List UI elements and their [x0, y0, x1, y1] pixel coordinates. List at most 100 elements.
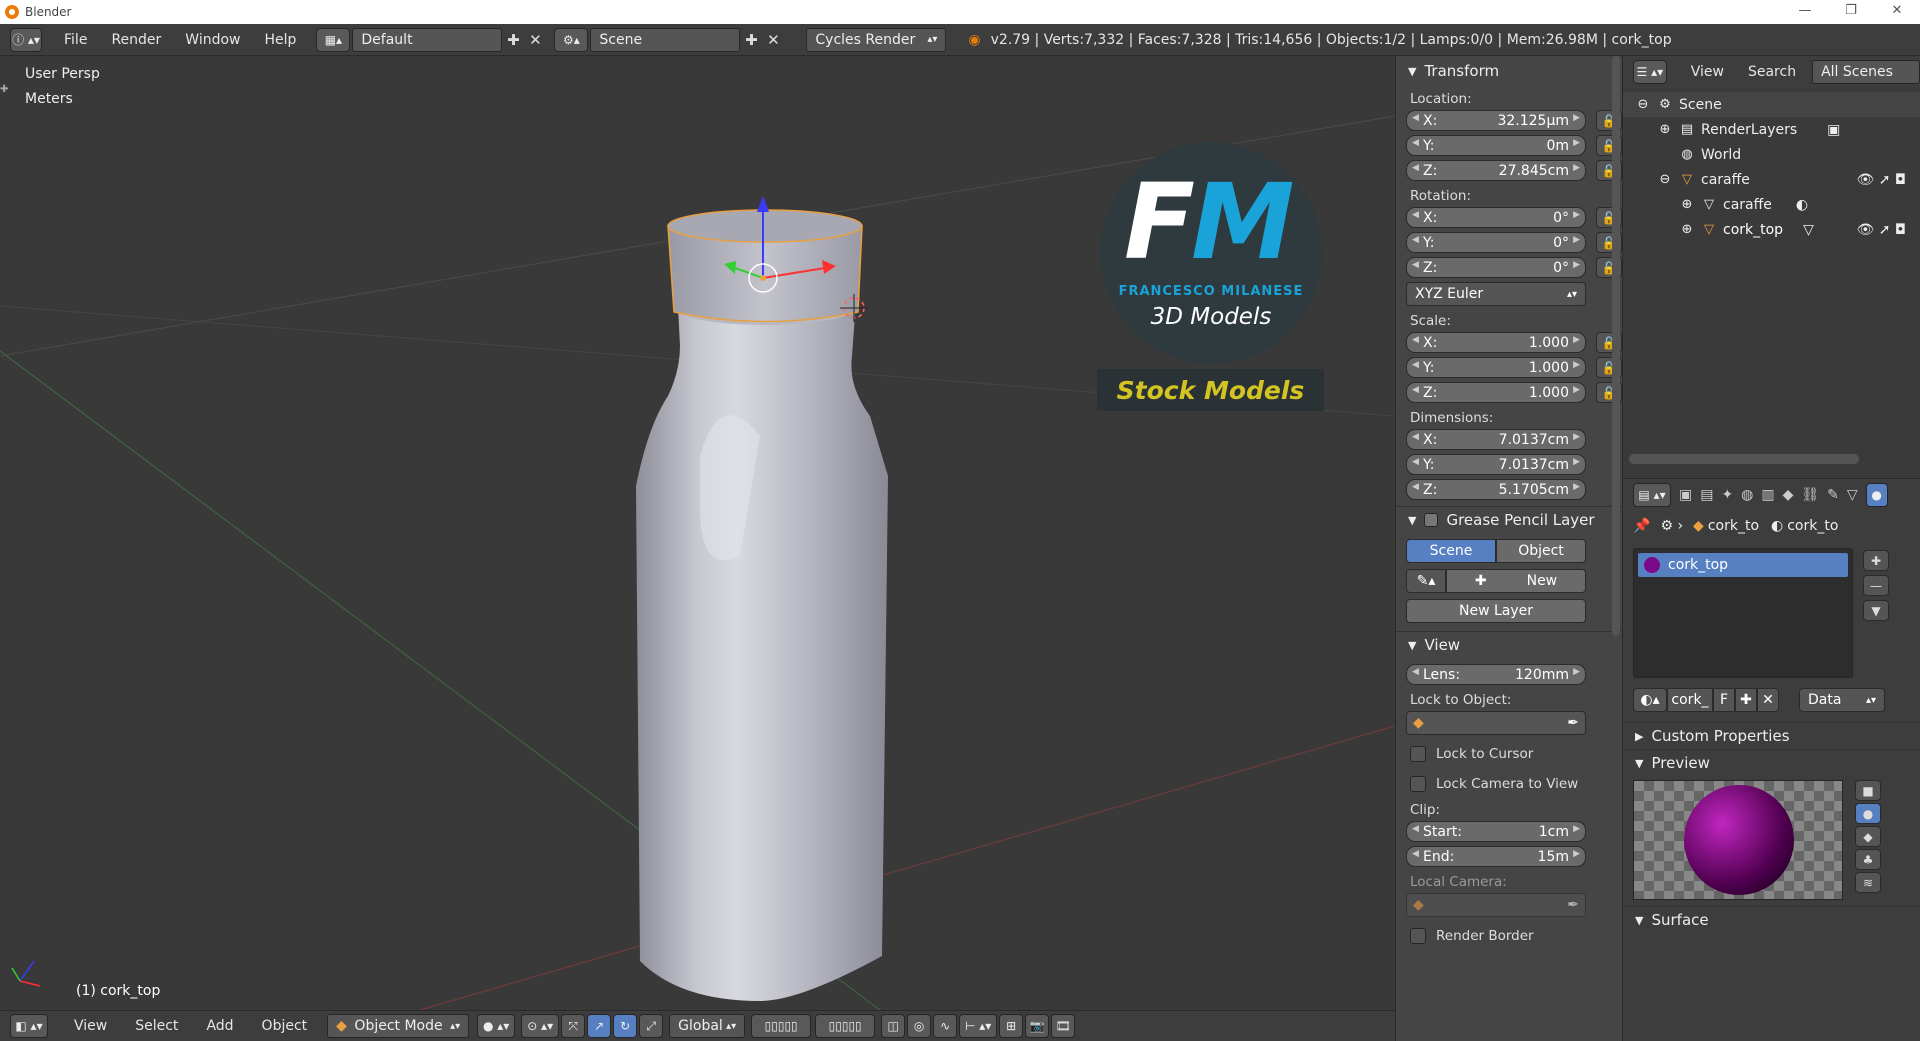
surface-header[interactable]: ▼ Surface — [1623, 907, 1920, 933]
dimensions-y-field[interactable]: ◀ Y: 7.0137cm ▶ — [1406, 454, 1586, 475]
view-panel-header[interactable]: ▼ View — [1396, 632, 1622, 658]
rotation-z-field[interactable]: ◀ Z: 0° ▶ — [1406, 257, 1586, 278]
minimize-button[interactable]: — — [1782, 0, 1828, 24]
editor-type-properties-icon[interactable]: ▤ ▴▾ — [1633, 482, 1671, 507]
scale-z-field[interactable]: ◀ Z: 1.000 ▶ — [1406, 382, 1586, 403]
expand-icon[interactable]: ⊕ — [1657, 122, 1673, 138]
preview-hair-icon[interactable]: ≋ — [1855, 872, 1881, 893]
cork-visibility-icons[interactable]: 👁 ➚ ◘ — [1857, 222, 1906, 238]
screen-layout-field[interactable]: Default — [352, 27, 503, 52]
preview-monkey-icon[interactable]: ♣ — [1855, 849, 1881, 870]
lock-cursor-row[interactable]: Lock to Cursor — [1396, 739, 1622, 769]
scale-y-field[interactable]: ◀ Y: 1.000 ▶ — [1406, 357, 1586, 378]
falloff-icon[interactable]: ∿ — [933, 1014, 958, 1038]
preview-header[interactable]: ▼ Preview — [1623, 750, 1920, 776]
lock-layers-icon[interactable]: ◫ — [881, 1014, 906, 1038]
new-layer-button[interactable]: New Layer — [1406, 599, 1586, 623]
collapse-icon[interactable]: ⊖ — [1657, 172, 1673, 188]
translate-icon[interactable]: ↗ — [587, 1014, 612, 1038]
browse-material-icon[interactable]: ◐▴ — [1633, 688, 1667, 712]
proportional-edit-icon[interactable]: ◎ — [907, 1014, 932, 1038]
local-camera-field[interactable]: ◆ ✒ — [1406, 893, 1586, 917]
slot-menu-icon[interactable]: ▼ — [1863, 600, 1889, 621]
layers-grid-b[interactable]: ▯▯▯▯▯ — [815, 1014, 876, 1038]
toolshelf-toggle-icon[interactable]: ✚ — [0, 84, 8, 95]
tab-scene[interactable]: Scene — [1406, 539, 1496, 563]
collapse-icon[interactable]: ⊖ — [1635, 97, 1651, 113]
orientation-select[interactable]: Global ▴▾ — [669, 1014, 746, 1038]
close-button[interactable]: ✕ — [1874, 0, 1920, 24]
add-slot-icon[interactable]: ✚ — [1863, 550, 1889, 571]
mode-select[interactable]: ◆ Object Mode ▴▾ — [327, 1014, 470, 1038]
vp-menu-view[interactable]: View — [62, 1018, 119, 1034]
scale-x-field[interactable]: ◀ X: 1.000 ▶ — [1406, 332, 1586, 353]
outliner-item-caraffe-object[interactable]: ⊖ ▽ caraffe 👁 ➚ ◘ — [1623, 167, 1920, 192]
caraffe-visibility-icons[interactable]: 👁 ➚ ◘ — [1857, 172, 1906, 188]
outliner-menu-view[interactable]: View — [1679, 64, 1736, 80]
pin-icon[interactable]: 📌 — [1633, 518, 1650, 534]
material-slot-list[interactable]: cork_top — [1633, 548, 1853, 678]
render-border-checkbox[interactable] — [1410, 928, 1426, 944]
eyedropper-icon[interactable]: ✒ — [1567, 715, 1579, 731]
rotation-x-field[interactable]: ◀ X: 0° ▶ — [1406, 207, 1586, 228]
grease-pencil-panel-header[interactable]: ▼ Grease Pencil Layer — [1396, 507, 1622, 533]
camera-eyedropper-icon[interactable]: ✒ — [1567, 897, 1579, 913]
outliner-item-renderlayers[interactable]: ⊕ ▤ RenderLayers ▣ — [1623, 117, 1920, 142]
lens-field[interactable]: ◀ Lens: 120mm ▶ — [1406, 664, 1586, 685]
editor-type-info-icon[interactable]: ⓘ ▴▾ — [10, 27, 42, 52]
new-material-icon[interactable]: ✚ — [1735, 688, 1757, 712]
renderlayer-props-icon[interactable]: ▣ — [1827, 122, 1840, 138]
editor-type-3d-icon[interactable]: ◧ ▴▾ — [10, 1014, 48, 1038]
render-engine-select[interactable]: Cycles Render ▴▾ — [806, 27, 947, 52]
vp-menu-object[interactable]: Object — [250, 1018, 320, 1034]
rotation-y-field[interactable]: ◀ Y: 0° ▶ — [1406, 232, 1586, 253]
clip-start-field[interactable]: ◀ Start: 1cm ▶ — [1406, 821, 1586, 842]
outliner-item-scene[interactable]: ⊖ ⚙ Scene — [1623, 92, 1920, 117]
screen-layout-icon[interactable]: ▦▴ — [316, 27, 351, 52]
transform-panel-header[interactable]: ▼ Transform — [1396, 58, 1622, 84]
outliner-filter-select[interactable]: All Scenes — [1812, 60, 1920, 84]
editor-type-outliner-icon[interactable]: ☰ ▴▾ — [1633, 60, 1667, 84]
material-tab-icon[interactable]: ● — [1865, 482, 1888, 507]
custom-properties-header[interactable]: ▶ Custom Properties — [1623, 723, 1920, 749]
add-scene-icon[interactable]: ✚ — [740, 29, 762, 51]
outliner-item-cork-top[interactable]: ⊕ ▽ cork_top ▽ 👁 ➚ ◘ — [1623, 217, 1920, 242]
rotate-icon[interactable]: ↻ — [613, 1014, 638, 1038]
location-x-field[interactable]: ◀ X: 32.125μm ▶ — [1406, 110, 1586, 131]
tab-object[interactable]: Object — [1496, 539, 1586, 563]
outliner-h-scrollbar[interactable] — [1629, 454, 1859, 464]
lock-object-field[interactable]: ◆ ✒ — [1406, 711, 1586, 735]
preview-cube-icon[interactable]: ◆ — [1855, 826, 1881, 847]
maximize-button[interactable]: ❐ — [1828, 0, 1874, 24]
fake-user-button[interactable]: F — [1713, 688, 1735, 712]
preview-flat-icon[interactable]: ■ — [1855, 780, 1881, 801]
link-select[interactable]: Data ▴▾ — [1799, 688, 1885, 712]
outliner-menu-search[interactable]: Search — [1736, 64, 1808, 80]
render-animation-icon[interactable]: 🎞 — [1051, 1014, 1076, 1038]
menu-help[interactable]: Help — [252, 32, 308, 48]
material-name-field[interactable]: cork_ — [1667, 688, 1713, 712]
clip-end-field[interactable]: ◀ End: 15m ▶ — [1406, 846, 1586, 867]
lock-camera-row[interactable]: Lock Camera to View — [1396, 769, 1622, 799]
rotation-mode-select[interactable]: XYZ Euler ▴▾ — [1406, 282, 1586, 306]
vp-menu-select[interactable]: Select — [123, 1018, 190, 1034]
scene-field[interactable]: Scene — [590, 27, 741, 52]
add-layout-icon[interactable]: ✚ — [502, 29, 524, 51]
unlink-material-icon[interactable]: ✕ — [1757, 688, 1779, 712]
remove-slot-icon[interactable]: — — [1863, 575, 1889, 596]
scene-icon[interactable]: ⚙▴ — [554, 27, 589, 52]
lock-cursor-checkbox[interactable] — [1410, 746, 1426, 762]
lock-camera-checkbox[interactable] — [1410, 776, 1426, 792]
remove-layout-icon[interactable]: ✕ — [524, 29, 546, 51]
expand-icon[interactable]: ⊕ — [1679, 197, 1695, 213]
properties-context-tabs[interactable]: ▣▤✦◍▥◆⛓✎▽ — [1679, 487, 1866, 503]
dimensions-x-field[interactable]: ◀ X: 7.0137cm ▶ — [1406, 429, 1586, 450]
menu-file[interactable]: File — [52, 32, 99, 48]
grease-pencil-toggle[interactable] — [1424, 513, 1439, 527]
dimensions-z-field[interactable]: ◀ Z: 5.1705cm ▶ — [1406, 479, 1586, 500]
scale-icon[interactable]: ⤢ — [639, 1014, 664, 1038]
pencil-icon[interactable]: ✎▴ — [1406, 569, 1446, 593]
shelf-scrollbar[interactable] — [1612, 56, 1620, 636]
render-still-icon[interactable]: 📷 — [1025, 1014, 1050, 1038]
menu-window[interactable]: Window — [173, 32, 252, 48]
